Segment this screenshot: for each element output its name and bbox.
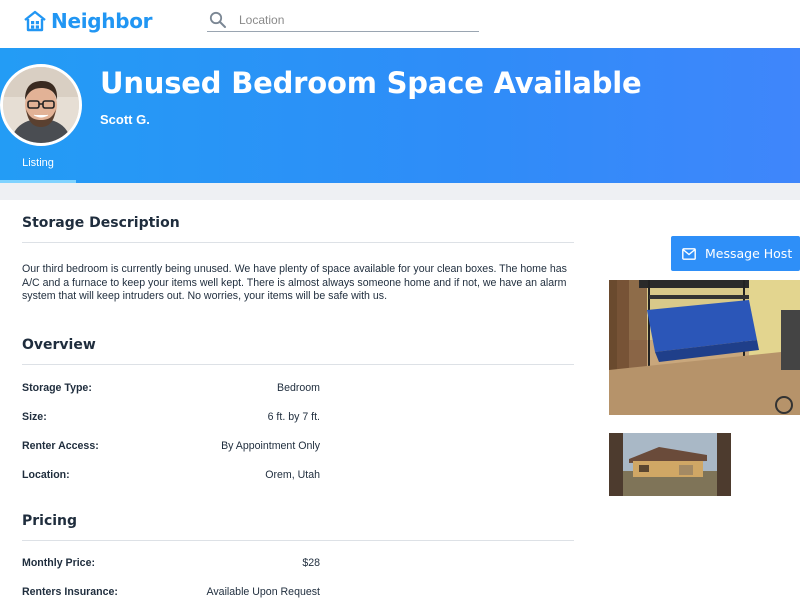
storage-description-heading: Storage Description	[22, 215, 180, 231]
listing-photo-bedroom[interactable]	[609, 280, 800, 415]
brand-logo[interactable]: Neighbor	[23, 8, 153, 34]
message-host-button[interactable]: Message Host	[671, 236, 800, 271]
overview-heading: Overview	[22, 337, 96, 353]
house-logo-icon	[24, 10, 46, 32]
pricing-value: $28	[302, 557, 320, 569]
host-avatar[interactable]	[0, 64, 82, 146]
house-photo	[609, 433, 731, 496]
overview-row-renter-access: Renter Access: By Appointment Only	[22, 440, 320, 456]
brand-name: Neighbor	[51, 9, 153, 33]
tab-listing-label: Listing	[22, 157, 54, 169]
overview-label: Size:	[22, 411, 47, 423]
overview-value: By Appointment Only	[221, 440, 320, 452]
overview-row-storage-type: Storage Type: Bedroom	[22, 382, 320, 398]
overview-value: Bedroom	[277, 382, 320, 394]
search-icon	[209, 11, 226, 28]
listing-title: Unused Bedroom Space Available	[100, 66, 642, 100]
section-separator	[0, 183, 800, 200]
divider	[22, 364, 574, 365]
pricing-row-monthly-price: Monthly Price: $28	[22, 557, 320, 573]
host-name: Scott G.	[100, 112, 150, 127]
tab-listing[interactable]: Listing	[0, 150, 76, 183]
mail-icon	[682, 247, 696, 260]
listing-photo-house[interactable]	[609, 433, 731, 496]
overview-label: Storage Type:	[22, 382, 92, 394]
pricing-heading: Pricing	[22, 513, 78, 529]
overview-value: Orem, Utah	[265, 469, 320, 481]
pricing-row-renters-insurance: Renters Insurance: Available Upon Reques…	[22, 586, 320, 599]
pricing-value: Available Upon Request	[206, 586, 320, 598]
bedroom-photo	[609, 280, 800, 415]
overview-row-size: Size: 6 ft. by 7 ft.	[22, 411, 320, 427]
top-navbar: Neighbor	[0, 0, 800, 48]
location-search-input[interactable]	[239, 12, 459, 27]
listing-hero-banner: Unused Bedroom Space Available Scott G. …	[0, 48, 800, 183]
location-search	[207, 8, 479, 32]
overview-label: Location:	[22, 469, 70, 481]
pricing-label: Monthly Price:	[22, 557, 95, 569]
overview-row-location: Location: Orem, Utah	[22, 469, 320, 485]
divider	[22, 540, 574, 541]
pricing-label: Renters Insurance:	[22, 586, 118, 598]
message-host-label: Message Host	[705, 246, 793, 261]
host-avatar-photo	[3, 67, 79, 143]
overview-label: Renter Access:	[22, 440, 99, 452]
overview-value: 6 ft. by 7 ft.	[267, 411, 320, 423]
divider	[22, 242, 574, 243]
storage-description-text: Our third bedroom is currently being unu…	[22, 263, 567, 302]
